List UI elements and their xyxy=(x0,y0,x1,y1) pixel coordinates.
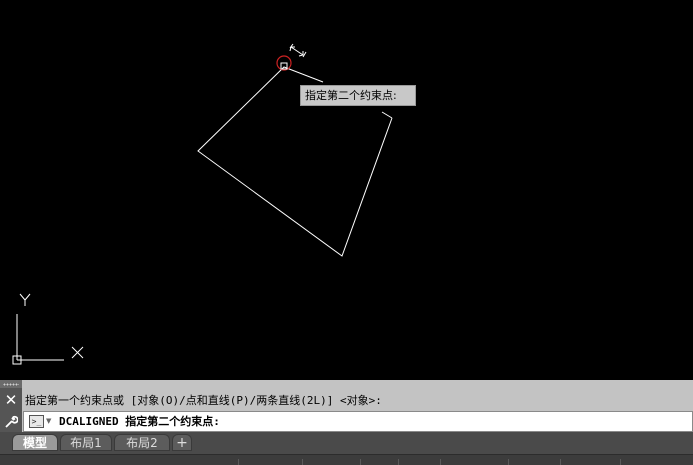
ucs-x-label-icon xyxy=(71,346,84,359)
dynamic-input-tooltip: 指定第二个约束点: xyxy=(300,85,416,106)
command-history-line: 指定第一个约束点或 [对象(O)/点和直线(P)/两条直线(2L)] <对象>: xyxy=(25,394,382,407)
wrench-icon[interactable] xyxy=(0,412,22,432)
command-prompt-icon[interactable]: >_ xyxy=(29,415,44,428)
add-layout-icon[interactable]: + xyxy=(172,434,192,451)
tab-model[interactable]: 模型 xyxy=(12,434,58,451)
polyline-segment-right-top[interactable] xyxy=(381,111,393,119)
command-input[interactable]: >_ ▼ DCALIGNED 指定第二个约束点: xyxy=(23,411,693,432)
close-icon[interactable]: ✕ xyxy=(0,389,22,412)
command-line-panel: ✕ 指定第一个约束点或 [对象(O)/点和直线(P)/两条直线(2L)] <对象… xyxy=(0,380,693,432)
status-bar xyxy=(0,454,693,465)
chevron-down-icon[interactable]: ▼ xyxy=(46,415,51,428)
ucs-y-label-icon xyxy=(19,293,31,306)
command-current-text: DCALIGNED 指定第二个约束点: xyxy=(59,415,220,428)
tab-layout2[interactable]: 布局2 xyxy=(114,434,170,451)
drawing-canvas[interactable]: 指定第二个约束点: xyxy=(0,0,693,380)
dimension-cursor-icon xyxy=(289,43,307,58)
command-line-grip[interactable] xyxy=(0,380,22,389)
drawing-svg xyxy=(12,43,393,365)
tab-layout1[interactable]: 布局1 xyxy=(60,434,112,451)
ucs-icon xyxy=(12,293,84,365)
